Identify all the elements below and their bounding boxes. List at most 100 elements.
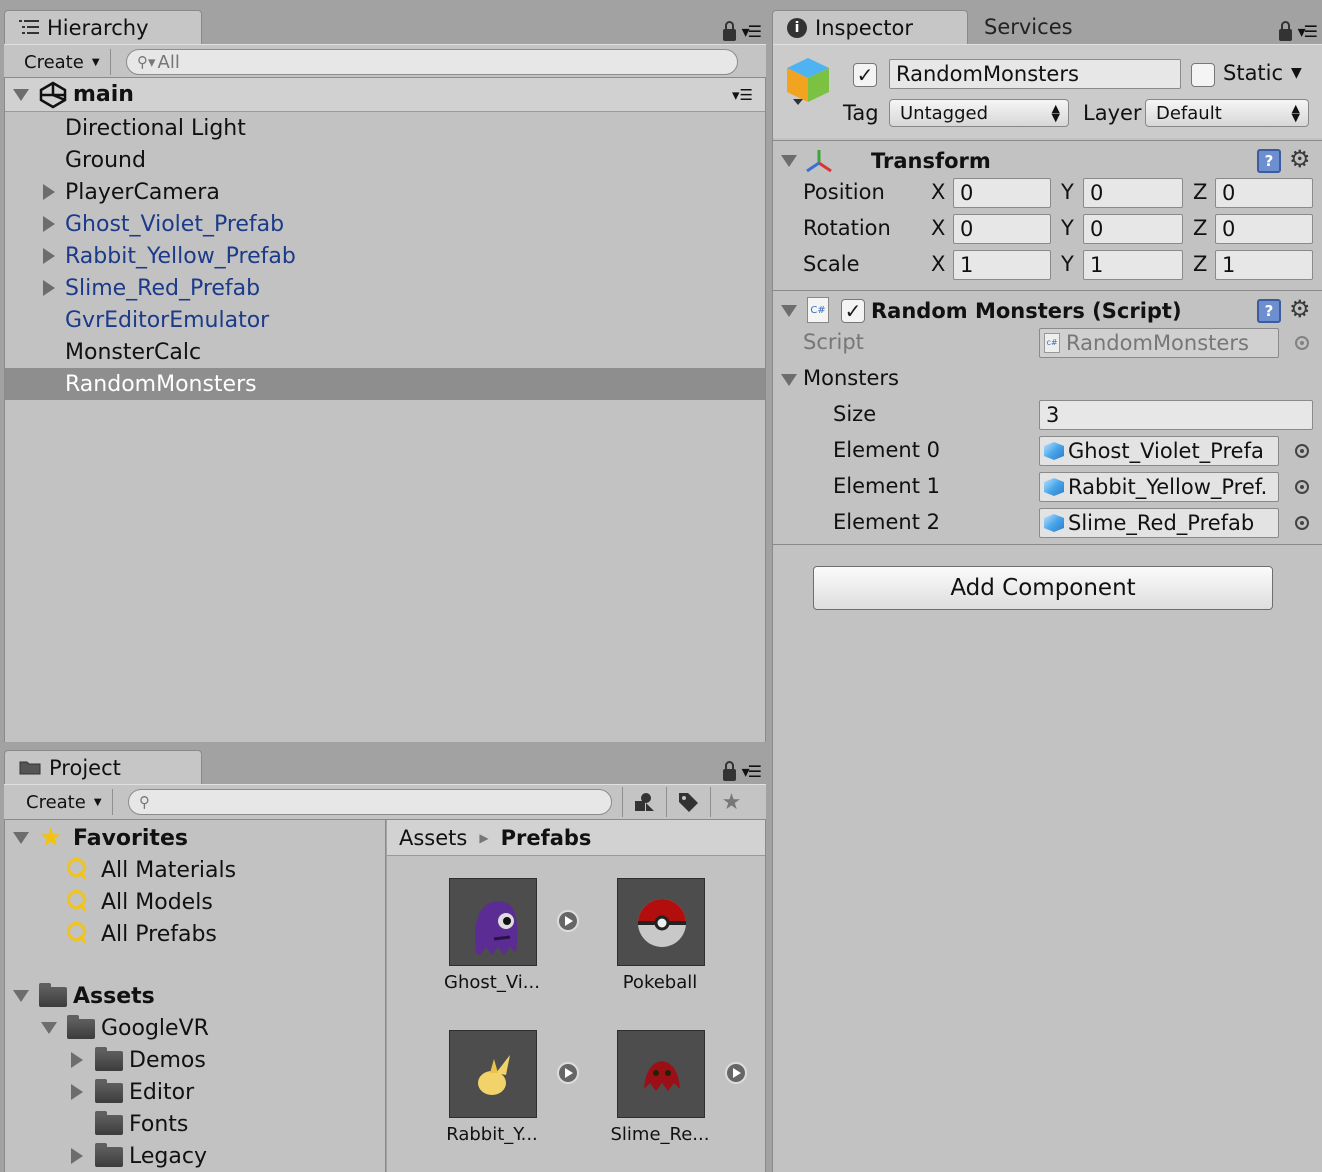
- expand-arrow-icon[interactable]: [43, 216, 55, 232]
- hierarchy-item[interactable]: MonsterCalc: [5, 336, 765, 368]
- expand-arrow-icon[interactable]: [71, 1148, 83, 1164]
- element-2-field[interactable]: Slime_Red_Prefab: [1039, 508, 1279, 538]
- expand-arrow-icon[interactable]: [43, 280, 55, 296]
- project-search-input[interactable]: ⚲: [128, 789, 612, 815]
- rotation-z-field[interactable]: 0: [1215, 214, 1313, 244]
- scene-header[interactable]: main ▾☰: [5, 78, 765, 112]
- hierarchy-item-selected[interactable]: RandomMonsters: [5, 368, 765, 400]
- collapse-arrow-icon[interactable]: [781, 305, 797, 317]
- tab-project[interactable]: Project: [4, 750, 202, 784]
- play-badge-icon[interactable]: [557, 910, 579, 932]
- tab-services[interactable]: Services: [984, 10, 1073, 44]
- static-dropdown-icon[interactable]: ▼: [1291, 65, 1302, 81]
- help-icon[interactable]: ?: [1257, 299, 1281, 323]
- project-lock-menu[interactable]: ▾☰: [722, 760, 762, 781]
- position-x-field[interactable]: 0: [953, 178, 1051, 208]
- element-value: Rabbit_Yellow_Pref.: [1068, 475, 1268, 499]
- gear-icon[interactable]: ⚙: [1289, 295, 1311, 323]
- hierarchy-item[interactable]: Directional Light: [5, 112, 765, 144]
- hierarchy-item-prefab[interactable]: Rabbit_Yellow_Prefab: [5, 240, 765, 272]
- asset-tile[interactable]: Rabbit_Y...: [417, 1028, 579, 1158]
- expand-arrow-icon[interactable]: [71, 1084, 83, 1100]
- panel-menu-icon[interactable]: ▾☰: [742, 762, 762, 781]
- hierarchy-create-button[interactable]: Create ▼: [14, 49, 111, 75]
- hierarchy-item[interactable]: Ground: [5, 144, 765, 176]
- collapse-arrow-icon[interactable]: [13, 832, 29, 844]
- collapse-arrow-icon[interactable]: [41, 1022, 57, 1034]
- inspector-lock-menu[interactable]: ▾☰: [1278, 20, 1318, 41]
- object-picker-icon[interactable]: [1295, 516, 1309, 530]
- layer-dropdown[interactable]: Default ▲ ▼: [1145, 99, 1309, 127]
- lock-icon[interactable]: [722, 20, 736, 41]
- googlevr-folder[interactable]: GoogleVR: [5, 1012, 385, 1044]
- collapse-arrow-icon[interactable]: [13, 990, 29, 1002]
- collapse-arrow-icon[interactable]: [781, 155, 797, 167]
- scale-x-field[interactable]: 1: [953, 250, 1051, 280]
- add-component-button[interactable]: Add Component: [813, 566, 1273, 610]
- object-picker-icon[interactable]: [1295, 336, 1309, 350]
- element-1-field[interactable]: Rabbit_Yellow_Pref.: [1039, 472, 1279, 502]
- element-0-field[interactable]: Ghost_Violet_Prefa: [1039, 436, 1279, 466]
- asset-tile[interactable]: Slime_Re...: [585, 1028, 747, 1158]
- lock-icon[interactable]: [722, 760, 736, 781]
- collapse-arrow-icon[interactable]: [781, 374, 797, 386]
- object-name-field[interactable]: RandomMonsters: [889, 59, 1181, 89]
- favorites-header[interactable]: ★ Favorites: [5, 822, 385, 854]
- tag-dropdown[interactable]: Untagged ▲ ▼: [889, 99, 1069, 127]
- asset-tile[interactable]: Pokeball: [585, 876, 735, 1006]
- play-badge-icon[interactable]: [725, 1062, 747, 1084]
- gear-icon[interactable]: ⚙: [1289, 145, 1311, 173]
- favorites-filter-button[interactable]: ★: [710, 787, 752, 817]
- transform-header[interactable]: Transform ? ⚙: [773, 140, 1322, 180]
- monsters-label[interactable]: Monsters: [803, 366, 899, 390]
- assets-folder[interactable]: Assets: [5, 980, 385, 1012]
- array-size-field[interactable]: 3: [1039, 400, 1313, 430]
- play-badge-icon[interactable]: [557, 1062, 579, 1084]
- static-checkbox[interactable]: [1191, 63, 1215, 87]
- active-checkbox[interactable]: ✓: [853, 63, 877, 87]
- object-picker-icon[interactable]: [1295, 444, 1309, 458]
- hierarchy-item-prefab[interactable]: GvrEditorEmulator: [5, 304, 765, 336]
- rotation-x-field[interactable]: 0: [953, 214, 1051, 244]
- folder-item[interactable]: Demos: [5, 1044, 385, 1076]
- asset-tile[interactable]: Ghost_Vi...: [417, 876, 579, 1006]
- hierarchy-lock-menu[interactable]: ▾☰: [722, 20, 762, 41]
- favorite-item[interactable]: All Materials: [5, 854, 385, 886]
- filter-by-label-button[interactable]: [666, 787, 708, 817]
- position-z-field[interactable]: 0: [1215, 178, 1313, 208]
- expand-arrow-icon[interactable]: [43, 248, 55, 264]
- object-picker-icon[interactable]: [1295, 480, 1309, 494]
- tab-inspector[interactable]: i Inspector: [772, 10, 968, 44]
- folder-item[interactable]: Editor: [5, 1076, 385, 1108]
- panel-menu-icon[interactable]: ▾☰: [1298, 22, 1318, 41]
- script-component-header[interactable]: C# ✓ Random Monsters (Script) ? ⚙: [773, 290, 1322, 330]
- position-y-field[interactable]: 0: [1083, 178, 1183, 208]
- scale-y-field[interactable]: 1: [1083, 250, 1183, 280]
- search-placeholder: All: [157, 51, 180, 73]
- tab-hierarchy[interactable]: Hierarchy: [4, 10, 202, 44]
- element-value: Slime_Red_Prefab: [1068, 511, 1255, 535]
- expand-arrow-icon[interactable]: [71, 1052, 83, 1068]
- folder-item[interactable]: Fonts: [5, 1108, 385, 1140]
- script-enabled-checkbox[interactable]: ✓: [841, 299, 865, 323]
- hierarchy-search-input[interactable]: ⚲▾ All: [126, 49, 738, 75]
- folder-item[interactable]: Legacy: [5, 1140, 385, 1172]
- lock-icon[interactable]: [1278, 20, 1292, 41]
- scene-menu-icon[interactable]: ▾☰: [732, 86, 753, 104]
- panel-menu-icon[interactable]: ▾☰: [742, 22, 762, 41]
- help-icon[interactable]: ?: [1257, 149, 1281, 173]
- hierarchy-item-prefab[interactable]: Ghost_Violet_Prefab: [5, 208, 765, 240]
- favorite-item[interactable]: All Prefabs: [5, 918, 385, 950]
- filter-by-type-button[interactable]: [622, 787, 664, 817]
- expand-arrow-icon[interactable]: [43, 184, 55, 200]
- hierarchy-item[interactable]: PlayerCamera: [5, 176, 765, 208]
- favorite-item[interactable]: All Models: [5, 886, 385, 918]
- size-label: Size: [833, 402, 877, 426]
- breadcrumb-root[interactable]: Assets: [399, 826, 467, 850]
- hierarchy-item-prefab[interactable]: Slime_Red_Prefab: [5, 272, 765, 304]
- collapse-arrow-icon[interactable]: [13, 89, 29, 101]
- scale-z-field[interactable]: 1: [1215, 250, 1313, 280]
- search-icon: ⚲: [139, 793, 150, 811]
- project-create-button[interactable]: Create ▼: [16, 789, 113, 815]
- rotation-y-field[interactable]: 0: [1083, 214, 1183, 244]
